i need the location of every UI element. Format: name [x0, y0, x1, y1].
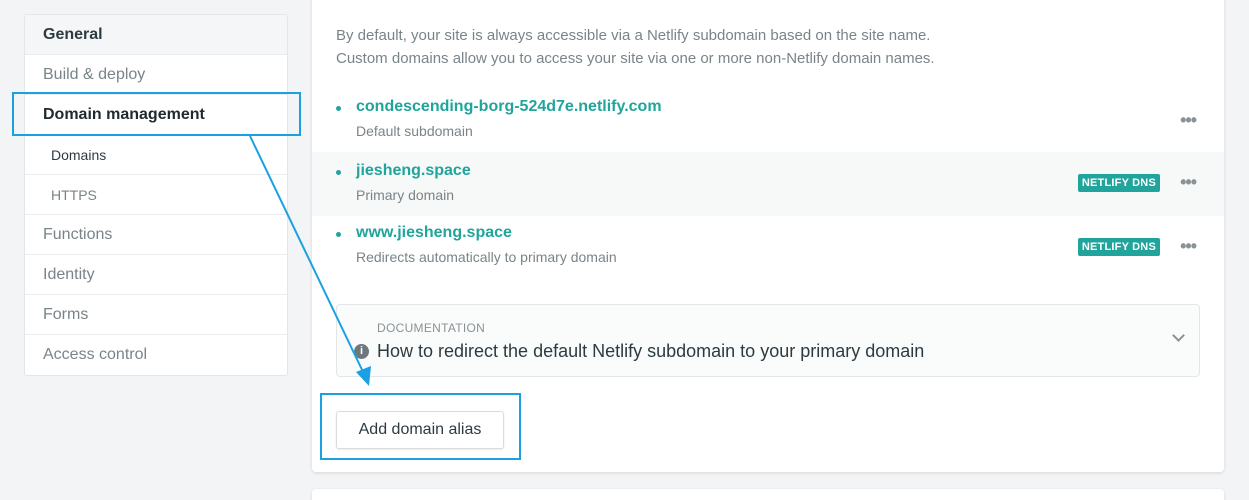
more-options-icon[interactable]: •••: [1180, 110, 1197, 131]
sidebar-subitem-domains[interactable]: Domains: [25, 135, 287, 175]
sidebar-item-forms[interactable]: Forms: [25, 295, 287, 335]
sidebar-item-general[interactable]: General: [25, 15, 287, 55]
sidebar-item-domain-management[interactable]: Domain management: [25, 95, 287, 135]
more-options-icon[interactable]: •••: [1180, 236, 1197, 257]
domain-link[interactable]: condescending-borg-524d7e.netlify.com: [356, 98, 662, 116]
bullet-icon: [336, 170, 341, 175]
domain-link[interactable]: jiesheng.space: [356, 162, 471, 180]
chevron-down-icon[interactable]: [1172, 329, 1185, 342]
domain-description: Redirects automatically to primary domai…: [356, 249, 617, 265]
netlify-dns-badge: NETLIFY DNS: [1077, 238, 1160, 256]
domain-row: jiesheng.space Primary domain NETLIFY DN…: [312, 152, 1224, 216]
domain-description: Default subdomain: [356, 123, 473, 139]
sidebar-item-identity[interactable]: Identity: [25, 255, 287, 295]
sidebar-subitem-https[interactable]: HTTPS: [25, 175, 287, 215]
domain-row: www.jiesheng.space Redirects automatical…: [312, 220, 1224, 284]
documentation-panel[interactable]: DOCUMENTATION i How to redirect the defa…: [336, 304, 1200, 377]
next-card: [312, 489, 1224, 500]
domain-description: Primary domain: [356, 187, 455, 203]
sidebar-item-access-control[interactable]: Access control: [25, 335, 287, 375]
intro-line-2: Custom domains allow you to access your …: [336, 50, 935, 67]
bullet-icon: [336, 106, 341, 111]
info-icon: i: [354, 344, 369, 359]
sidebar-item-functions[interactable]: Functions: [25, 215, 287, 255]
domain-row: condescending-borg-524d7e.netlify.com De…: [312, 94, 1224, 158]
domain-link[interactable]: www.jiesheng.space: [356, 224, 512, 242]
sidebar-item-build-deploy[interactable]: Build & deploy: [25, 55, 287, 95]
settings-sidebar: General Build & deploy Domain management…: [24, 14, 288, 376]
custom-domains-card: By default, your site is always accessib…: [312, 0, 1224, 472]
netlify-dns-badge: NETLIFY DNS: [1077, 174, 1160, 192]
add-domain-alias-button[interactable]: Add domain alias: [336, 411, 504, 449]
more-options-icon[interactable]: •••: [1180, 172, 1197, 193]
doc-label: DOCUMENTATION: [377, 321, 486, 335]
intro-text: By default, your site is always accessib…: [336, 24, 935, 70]
bullet-icon: [336, 232, 341, 237]
intro-line-1: By default, your site is always accessib…: [336, 27, 931, 44]
doc-title[interactable]: How to redirect the default Netlify subd…: [377, 341, 924, 362]
